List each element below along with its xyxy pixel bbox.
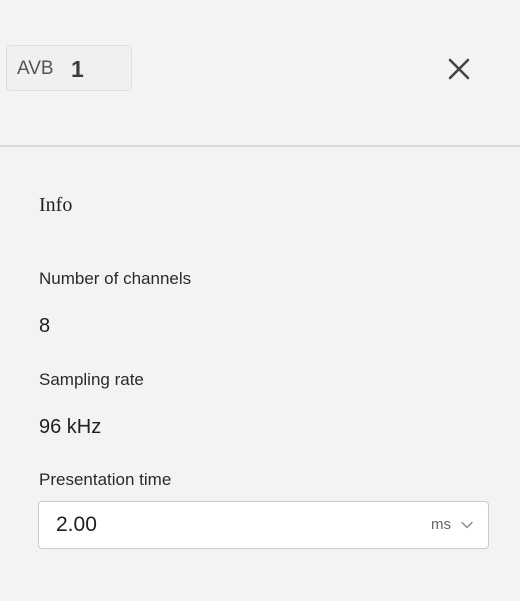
presentation-time-input[interactable] — [56, 512, 346, 538]
presentation-time-unit-select[interactable]: ms — [431, 512, 473, 538]
close-button[interactable] — [440, 50, 478, 88]
presentation-time-label: Presentation time — [39, 470, 172, 489]
header-divider — [0, 145, 520, 147]
avb-badge: AVB 1 — [6, 45, 132, 91]
info-heading: Info — [39, 194, 73, 216]
badge-prefix: AVB — [17, 58, 54, 79]
presentation-time-field[interactable]: ms — [38, 501, 489, 549]
badge-number: 1 — [71, 56, 84, 82]
number-of-channels-value: 8 — [39, 315, 51, 337]
close-icon — [448, 58, 470, 80]
chevron-down-icon — [461, 521, 473, 529]
presentation-time-unit: ms — [431, 516, 451, 533]
number-of-channels-label: Number of channels — [39, 269, 192, 288]
sampling-rate-label: Sampling rate — [39, 370, 144, 389]
panel-header: AVB 1 — [0, 0, 520, 146]
sampling-rate-value: 96 kHz — [39, 416, 102, 438]
